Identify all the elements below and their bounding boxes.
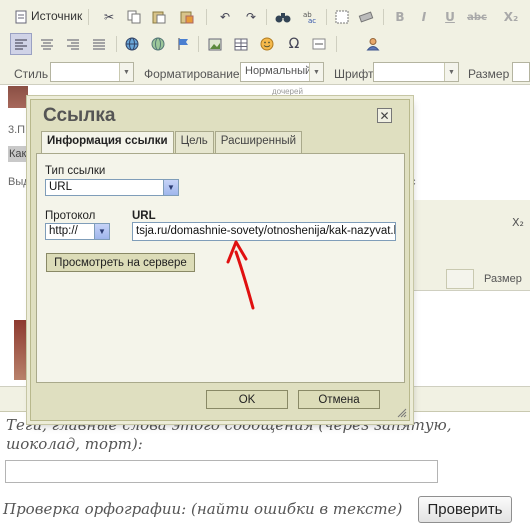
tab-panel: Тип ссылки URL ▼ Протокол http:// ▼ URL … — [36, 153, 405, 383]
font-label: Шрифт — [334, 67, 374, 81]
background-combo — [446, 269, 474, 289]
chevron-down-icon: ▼ — [94, 224, 109, 239]
toolbar-separator — [116, 36, 117, 52]
align-left-icon[interactable] — [10, 33, 32, 55]
tab-advanced[interactable]: Расширенный — [214, 131, 303, 153]
toolbar-separator — [198, 36, 199, 52]
style-combo[interactable]: ▼ — [50, 62, 134, 82]
background-text-line: 3.П — [8, 124, 26, 136]
undo-icon[interactable]: ↶ — [214, 6, 236, 28]
link-dialog: Ссылка ✕ Информация ссылки Цель Расширен… — [30, 99, 410, 421]
protocol-value: http:// — [49, 225, 78, 237]
dialog-tabs: Информация ссылки Цель Расширенный — [41, 131, 303, 154]
format-value: Нормальный — [245, 65, 312, 77]
close-icon[interactable]: ✕ — [377, 108, 392, 123]
link-type-value: URL — [49, 181, 73, 193]
url-input[interactable]: tsja.ru/domashnie-sovety/otnoshenija/kak… — [132, 222, 396, 241]
image-icon[interactable] — [204, 33, 226, 55]
photo-caption: дочерей — [272, 87, 303, 96]
justify-icon[interactable] — [88, 33, 110, 55]
tags-input[interactable] — [5, 460, 438, 483]
toolbar-separator — [266, 9, 267, 25]
url-label: URL — [132, 210, 156, 222]
size-label: Размер — [468, 67, 510, 81]
user-icon[interactable] — [362, 33, 384, 55]
spellcheck-label: Проверка орфографии: (найти ошибки в тек… — [3, 500, 403, 518]
source-icon[interactable] — [10, 6, 32, 28]
background-text-line: с — [410, 176, 416, 188]
anchor-icon[interactable] — [172, 33, 194, 55]
spellcheck-button[interactable]: Проверить — [418, 496, 512, 523]
eraser-icon[interactable] — [355, 6, 377, 28]
underline-button[interactable]: U — [439, 6, 461, 28]
italic-button[interactable]: I — [413, 6, 435, 28]
dialog-title: Ссылка — [43, 105, 116, 126]
hr-icon[interactable] — [308, 33, 330, 55]
smiley-icon[interactable] — [256, 33, 278, 55]
find-icon[interactable] — [272, 6, 294, 28]
format-combo[interactable]: Нормальный ▼ — [240, 62, 324, 82]
table-icon[interactable] — [230, 33, 252, 55]
background-photo — [8, 86, 28, 108]
format-label: Форматирование — [144, 67, 240, 81]
cancel-button[interactable]: Отмена — [298, 390, 380, 409]
tab-link-info[interactable]: Информация ссылки — [41, 131, 174, 154]
background-subscript-button: X₂ — [512, 216, 524, 229]
link-icon[interactable] — [121, 33, 143, 55]
toolbar-row-2: Ω — [0, 31, 530, 57]
bold-button[interactable]: B — [389, 6, 411, 28]
subscript-button[interactable]: X₂ — [498, 6, 524, 28]
background-text-line: Выд — [8, 176, 30, 188]
link-type-label: Тип ссылки — [45, 165, 106, 177]
protocol-select[interactable]: http:// ▼ — [45, 223, 110, 240]
align-right-icon[interactable] — [62, 33, 84, 55]
background-text-line: Как — [9, 148, 27, 160]
redo-icon[interactable]: ↷ — [240, 6, 262, 28]
ok-button[interactable]: OK — [206, 390, 288, 409]
toolbar-row-3: Стиль ▼ Форматирование Нормальный ▼ Шрифт… — [0, 59, 530, 85]
tab-target[interactable]: Цель — [174, 131, 214, 153]
chevron-down-icon: ▼ — [163, 180, 178, 195]
link-type-select[interactable]: URL ▼ — [45, 179, 179, 196]
align-center-icon[interactable] — [36, 33, 58, 55]
toolbar-separator — [206, 9, 207, 25]
select-all-icon[interactable] — [331, 6, 353, 28]
svg-text:ac: ac — [308, 17, 316, 24]
chevron-down-icon: ▼ — [444, 63, 458, 81]
style-label: Стиль — [14, 67, 49, 81]
copy-icon[interactable] — [123, 6, 145, 28]
replace-icon[interactable]: ab ac — [300, 6, 322, 28]
special-char-icon[interactable]: Ω — [283, 33, 305, 55]
chevron-down-icon: ▼ — [119, 63, 133, 81]
toolbar-row-1: Источник ✂ ↶ ↷ ab ac B I U abc X₂ — [0, 4, 530, 30]
cut-icon[interactable]: ✂ — [98, 6, 120, 28]
unlink-icon[interactable] — [147, 33, 169, 55]
background-size-label: Размер — [484, 273, 522, 285]
toolbar-separator — [326, 9, 327, 25]
toolbar-separator — [336, 36, 337, 52]
toolbar-separator — [383, 9, 384, 25]
toolbar-separator — [88, 9, 89, 25]
strike-button[interactable]: abc — [464, 6, 490, 28]
size-combo[interactable] — [512, 62, 530, 82]
resize-grip-icon[interactable] — [396, 407, 407, 418]
paste-text-icon[interactable] — [176, 6, 198, 28]
protocol-label: Протокол — [45, 210, 96, 222]
font-combo[interactable]: ▼ — [373, 62, 459, 82]
chevron-down-icon: ▼ — [309, 63, 323, 81]
background-inner-content — [408, 290, 530, 385]
tags-label: Теги, главные слова этого сообщения (чер… — [6, 416, 452, 453]
browse-server-button[interactable]: Просмотреть на сервере — [46, 253, 195, 272]
source-button-label[interactable]: Источник — [31, 9, 82, 23]
paste-icon[interactable] — [148, 6, 170, 28]
